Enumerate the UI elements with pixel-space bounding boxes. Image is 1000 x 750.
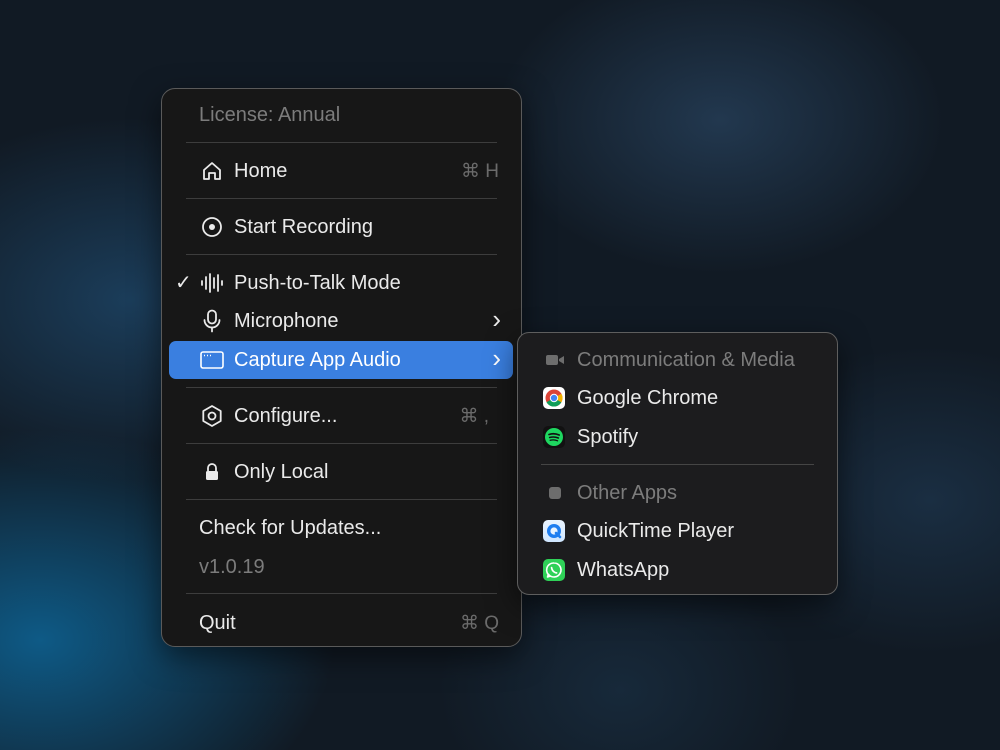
push-to-talk-label: Push-to-Talk Mode bbox=[234, 272, 401, 294]
separator bbox=[186, 198, 497, 199]
version-label: v1.0.19 bbox=[199, 556, 265, 578]
capture-app-audio-submenu: Communication & Media Google Chrome Spot… bbox=[517, 332, 838, 595]
capture-app-audio-label: Capture App Audio bbox=[234, 349, 401, 371]
spotify-icon bbox=[543, 426, 565, 448]
lock-icon bbox=[200, 460, 224, 484]
separator bbox=[186, 387, 497, 388]
menu-item-capture-app-audio[interactable]: Capture App Audio › bbox=[169, 341, 513, 379]
separator bbox=[541, 464, 814, 465]
separator bbox=[186, 142, 497, 143]
home-icon bbox=[200, 159, 224, 183]
chrome-icon bbox=[543, 387, 565, 409]
quicktime-icon bbox=[543, 520, 565, 542]
square-icon bbox=[544, 483, 566, 503]
group-other-apps-label: Other Apps bbox=[577, 482, 678, 504]
only-local-label: Only Local bbox=[234, 461, 329, 483]
group-header-communication: Communication & Media bbox=[526, 341, 829, 379]
record-icon bbox=[200, 215, 224, 239]
app-item-spotify[interactable]: Spotify bbox=[526, 418, 829, 456]
home-label: Home bbox=[234, 160, 288, 182]
app-item-chrome[interactable]: Google Chrome bbox=[526, 379, 829, 417]
menu-item-check-updates[interactable]: Check for Updates... bbox=[170, 508, 513, 548]
check-updates-label: Check for Updates... bbox=[199, 517, 382, 539]
app-item-quicktime[interactable]: QuickTime Player bbox=[526, 512, 829, 550]
chevron-right-icon: › bbox=[492, 343, 501, 373]
configure-shortcut: ⌘ , bbox=[459, 406, 489, 427]
microphone-icon bbox=[200, 309, 224, 333]
video-icon bbox=[544, 350, 566, 370]
app-item-whatsapp[interactable]: WhatsApp bbox=[526, 551, 829, 589]
whatsapp-label: WhatsApp bbox=[577, 559, 670, 581]
menu-item-only-local[interactable]: Only Local bbox=[170, 452, 513, 492]
quicktime-label: QuickTime Player bbox=[577, 520, 735, 542]
quit-shortcut: ⌘ Q bbox=[459, 613, 499, 634]
status-menu: License: Annual Home ⌘ H Start Recording… bbox=[161, 88, 522, 647]
separator bbox=[186, 499, 497, 500]
menu-item-microphone[interactable]: Microphone › bbox=[170, 302, 513, 340]
spotify-label: Spotify bbox=[577, 426, 639, 448]
waveform-icon bbox=[200, 271, 224, 295]
separator bbox=[186, 593, 497, 594]
menu-item-push-to-talk[interactable]: ✓ Push-to-Talk Mode bbox=[170, 263, 513, 303]
start-recording-label: Start Recording bbox=[234, 216, 373, 238]
microphone-label: Microphone bbox=[234, 310, 339, 332]
chevron-right-icon: › bbox=[492, 304, 501, 334]
quit-label: Quit bbox=[199, 612, 236, 634]
separator bbox=[186, 254, 497, 255]
gear-icon bbox=[200, 404, 224, 428]
menu-item-home[interactable]: Home ⌘ H bbox=[170, 151, 513, 191]
license-label: License: Annual bbox=[199, 104, 341, 126]
checkmark-icon: ✓ bbox=[175, 272, 192, 294]
menu-item-configure[interactable]: Configure... ⌘ , bbox=[170, 396, 513, 436]
menu-item-quit[interactable]: Quit ⌘ Q bbox=[170, 602, 513, 642]
home-shortcut: ⌘ H bbox=[461, 161, 499, 182]
menu-item-start-recording[interactable]: Start Recording bbox=[170, 207, 513, 247]
group-communication-label: Communication & Media bbox=[577, 349, 795, 371]
configure-label: Configure... bbox=[234, 405, 338, 427]
window-icon bbox=[200, 348, 224, 372]
group-header-other-apps: Other Apps bbox=[526, 474, 829, 512]
whatsapp-icon bbox=[543, 559, 565, 581]
separator bbox=[186, 443, 497, 444]
chrome-label: Google Chrome bbox=[577, 387, 719, 409]
